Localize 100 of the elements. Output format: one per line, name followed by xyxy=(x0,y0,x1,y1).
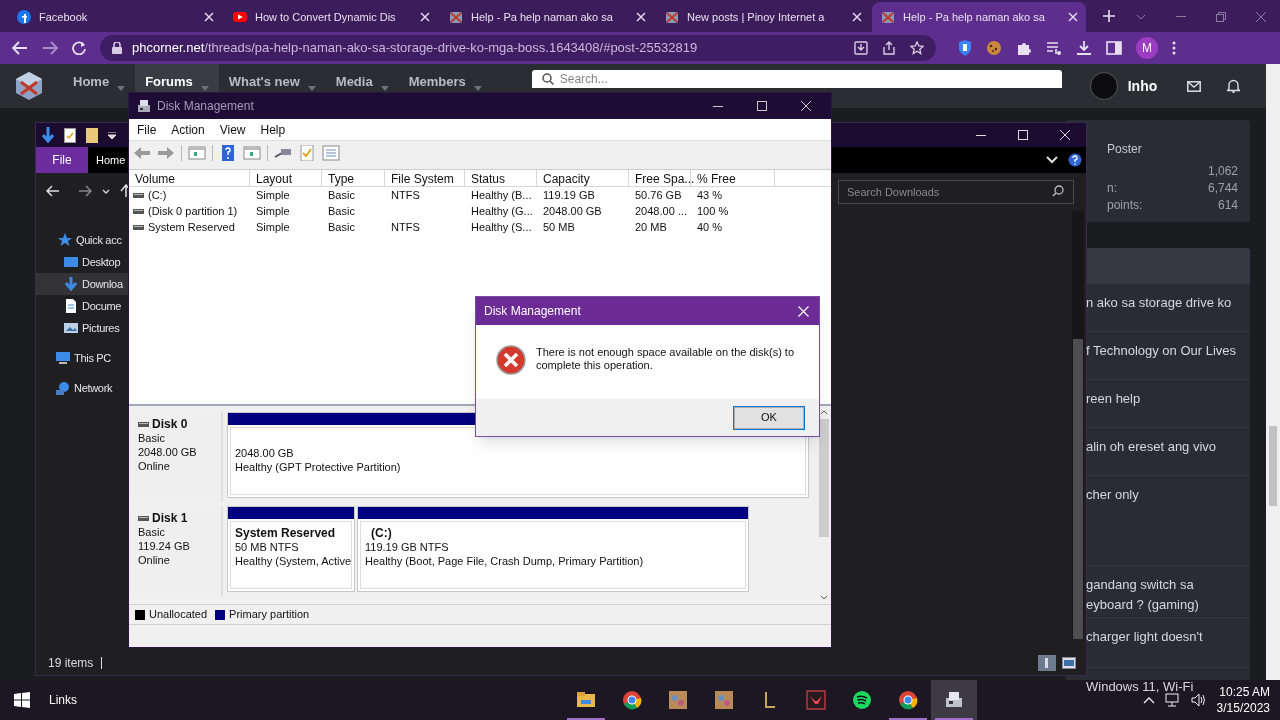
maximize-icon[interactable] xyxy=(1018,130,1028,140)
help-icon[interactable] xyxy=(1068,153,1082,167)
error-icon xyxy=(496,345,526,375)
folder-icon xyxy=(576,690,596,710)
thread-title[interactable]: f Technology on Our Lives xyxy=(1086,341,1237,361)
username[interactable]: Inho xyxy=(1127,75,1158,97)
thread-title[interactable]: gandang switch sa xyxy=(1086,575,1194,595)
scroll-thumb[interactable] xyxy=(1269,426,1277,506)
cube-logo-icon[interactable] xyxy=(13,70,45,102)
nav-item[interactable]: This PC xyxy=(36,347,128,369)
panel-icon[interactable] xyxy=(243,145,261,161)
stat-label: n: xyxy=(1107,179,1117,197)
install-icon[interactable] xyxy=(854,41,868,55)
mail-icon[interactable] xyxy=(1187,80,1202,92)
thread-title[interactable]: n ako sa storage drive ko xyxy=(1086,293,1232,313)
star-icon[interactable] xyxy=(910,41,924,55)
ribbon-tab[interactable]: Home xyxy=(88,147,126,173)
checklist-icon[interactable] xyxy=(298,145,316,161)
caret-icon[interactable] xyxy=(1136,14,1146,20)
table-cell-text: 2048.00 GB xyxy=(543,203,602,219)
menu-item[interactable]: Action xyxy=(167,120,209,139)
shield-icon[interactable] xyxy=(958,40,972,56)
thread-title[interactable]: alin oh ereset ang vivo xyxy=(1086,437,1217,457)
nav-item[interactable]: Downloa xyxy=(36,273,128,295)
thumbnail-view-icon[interactable] xyxy=(1062,657,1076,669)
forward-arrow-icon[interactable] xyxy=(42,41,58,55)
back-arrow-icon[interactable] xyxy=(46,185,60,197)
column-header[interactable]: Status xyxy=(465,170,537,187)
bell-icon[interactable] xyxy=(1227,79,1241,93)
profile-avatar[interactable]: M xyxy=(1136,37,1158,59)
drive-icon xyxy=(138,515,149,521)
thread-title[interactable]: reen help xyxy=(1086,389,1141,409)
partition-size: 50 MB NTFS xyxy=(235,540,300,554)
minimize-icon[interactable] xyxy=(713,105,723,107)
nav-item[interactable]: Desktop xyxy=(36,251,128,273)
column-header[interactable]: Capacity xyxy=(537,170,629,187)
nav-tab[interactable]: Home xyxy=(63,64,136,92)
menu-item[interactable]: Help xyxy=(256,120,290,139)
thread-title[interactable]: Windows 11, Wi-Fi xyxy=(1086,677,1194,697)
menu-item[interactable]: View xyxy=(215,120,250,139)
nav-item[interactable]: Docume xyxy=(36,295,128,317)
reload-icon[interactable] xyxy=(72,41,86,55)
checklist-icon[interactable] xyxy=(64,127,76,143)
plus-icon[interactable] xyxy=(1102,9,1116,23)
nav-tab[interactable]: Members xyxy=(398,64,492,92)
menu-item[interactable]: File xyxy=(133,120,161,139)
network-icon[interactable] xyxy=(1164,693,1181,707)
column-header[interactable]: File System xyxy=(385,170,465,187)
scroll-thumb[interactable] xyxy=(1073,339,1083,639)
partition-block[interactable]: (C:) 119.19 GB NTFS Healthy (Boot, Page File, Crash Dump, Primary Partition) xyxy=(357,506,749,592)
column-header[interactable]: Volume xyxy=(129,170,250,187)
forward-arrow-icon[interactable] xyxy=(78,185,92,197)
panel-icon[interactable] xyxy=(188,145,206,161)
minimize-icon[interactable] xyxy=(976,134,986,136)
page-scrollbar[interactable] xyxy=(1266,64,1280,680)
browser-tab[interactable]: Help - Pa help naman ako sa xyxy=(872,2,1086,32)
search-field[interactable]: Search... xyxy=(531,70,1062,88)
partition-block[interactable]: System Reserved 50 MB NTFS Healthy (System, Active xyxy=(227,506,355,592)
chevron-up-icon[interactable] xyxy=(820,410,828,415)
nav-item[interactable]: Pictures xyxy=(36,317,128,339)
playlist-icon[interactable] xyxy=(1046,41,1062,55)
column-header[interactable]: Layout xyxy=(250,170,322,187)
share-icon[interactable] xyxy=(882,41,896,55)
dropdown-icon[interactable] xyxy=(108,131,116,139)
thread-title[interactable]: charger light doesn't xyxy=(1086,627,1203,647)
back-arrow-icon[interactable] xyxy=(12,41,28,55)
nav-item[interactable]: Network xyxy=(36,377,128,399)
column-header[interactable]: Type xyxy=(322,170,385,187)
folder-icon[interactable] xyxy=(86,127,98,143)
ribbon-tab[interactable]: File xyxy=(36,147,88,173)
restore-icon[interactable] xyxy=(1216,12,1226,22)
scrollbar[interactable] xyxy=(1072,211,1084,639)
close-icon[interactable] xyxy=(801,101,811,111)
arrow-down-icon[interactable] xyxy=(42,127,54,143)
thread-title[interactable]: cher only xyxy=(1086,485,1139,505)
details-view-icon[interactable] xyxy=(1038,655,1056,671)
chevron-down-icon[interactable] xyxy=(820,595,828,600)
search-field[interactable]: Search Downloads xyxy=(838,180,1074,204)
disk-size: 2048.00 GB xyxy=(138,445,198,459)
scroll-thumb[interactable] xyxy=(819,419,829,537)
table-cell-text: Healthy (G... xyxy=(471,203,533,219)
clock[interactable]: 10:25 AM 3/15/2023 xyxy=(1216,684,1270,716)
nav-tab[interactable]: What's new xyxy=(218,64,326,92)
volume-icon[interactable] xyxy=(1190,693,1207,707)
address-bar[interactable]: phcorner.net/threads/pa-help-naman-ako-sa-storage-drive-ko-mga-boss.1643408/#post-25532819 xyxy=(100,35,936,61)
drive-icon xyxy=(133,224,144,230)
nav-tab[interactable]: Forums xyxy=(135,64,219,92)
thread-title[interactable]: eyboard ? (gaming) xyxy=(1086,595,1199,615)
windows-logo-icon[interactable] xyxy=(14,692,30,708)
kebab-menu-icon[interactable] xyxy=(1172,41,1176,55)
ok-button[interactable]: OK xyxy=(734,406,804,429)
toolbar-label[interactable]: Links xyxy=(49,691,77,709)
nav-item[interactable]: Quick acc xyxy=(36,229,128,251)
side-panel-icon[interactable] xyxy=(1106,41,1122,55)
download-icon[interactable] xyxy=(1076,40,1092,56)
puzzle-icon[interactable] xyxy=(1016,40,1032,56)
cookie-icon[interactable] xyxy=(986,40,1002,56)
nav-tab[interactable]: Media xyxy=(325,64,399,92)
maximize-icon[interactable] xyxy=(757,101,767,111)
taskbar-app[interactable] xyxy=(931,680,977,720)
